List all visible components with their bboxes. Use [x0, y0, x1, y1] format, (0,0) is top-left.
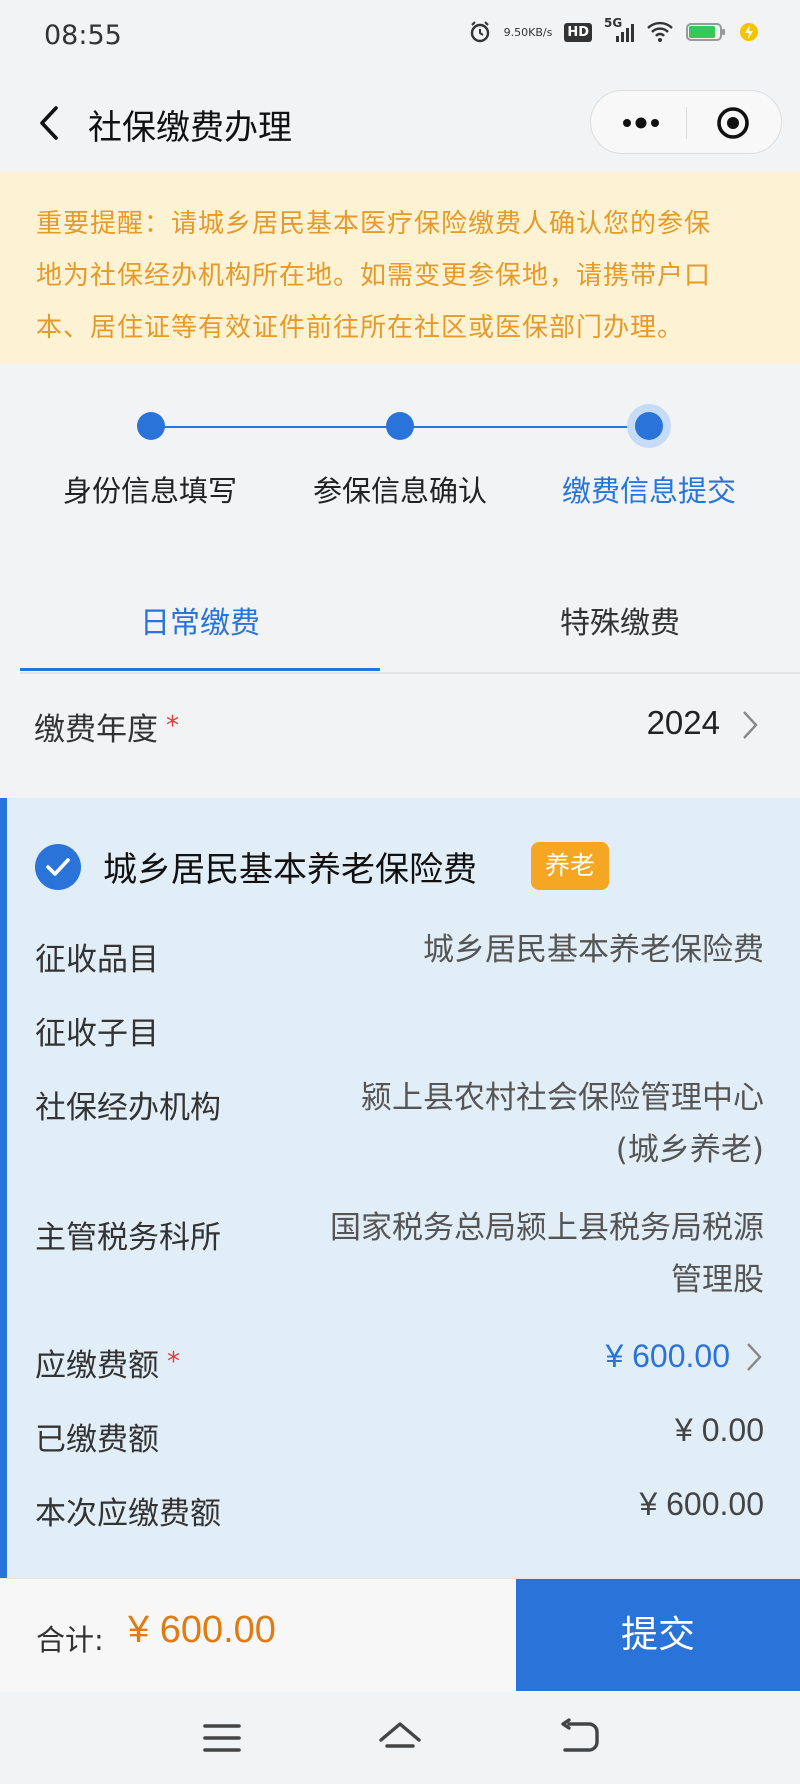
agency-line-2: (城乡养老) — [615, 1132, 764, 1168]
tax-office-line-2: 管理股 — [671, 1262, 764, 1298]
net-speed-value: 9.50 — [503, 25, 529, 39]
total-label: 合计: — [36, 1623, 104, 1657]
mini-program-capsule — [590, 90, 782, 154]
notice-line: 重要提醒：请城乡居民基本医疗保险缴费人确认您的参保 — [36, 209, 712, 239]
row-value-tax-office: 国家税务总局颍上县税务局税源 管理股 — [330, 1202, 764, 1306]
step-label-insurance: 参保信息确认 — [312, 474, 487, 508]
payment-year-row[interactable]: 缴费年度 * 2024 — [0, 674, 800, 774]
payment-year-value: 2024 — [646, 704, 720, 741]
row-label-amount-due: 应缴费额 * — [35, 1340, 180, 1385]
wifi-icon — [646, 21, 674, 43]
step-connector — [400, 426, 650, 428]
row-label-collection-subitem: 征收子目 — [35, 1016, 159, 1052]
row-value-amount-due[interactable]: ¥ 600.00 — [605, 1330, 730, 1382]
notice-line: 地为社保经办机构所在地。如需变更参保地，请携带户口 — [36, 261, 712, 291]
close-mini-program-button[interactable] — [703, 101, 763, 145]
page-title: 社保缴费办理 — [88, 108, 292, 148]
tax-office-line-1: 国家税务总局颍上县税务局税源 — [330, 1210, 764, 1246]
battery-icon — [686, 22, 726, 42]
back-arrow-icon — [40, 106, 58, 140]
checkmark-icon — [46, 858, 70, 876]
net-speed-unit: KB/s — [528, 25, 553, 39]
payment-item-card: 城乡居民基本养老保险费 养老 征收品目 城乡居民基本养老保险费 征收子目 社保经… — [0, 798, 800, 1578]
chevron-right-icon[interactable] — [744, 1340, 764, 1374]
agency-line-1: 颍上县农村社会保险管理中心 — [361, 1080, 764, 1116]
alarm-icon — [468, 20, 492, 44]
more-button[interactable] — [611, 101, 671, 145]
system-navigation-bar — [0, 1692, 800, 1784]
step-connector — [150, 426, 400, 428]
row-label-amount-paid: 已缴费额 — [35, 1422, 159, 1458]
item-title: 城乡居民基本养老保险费 — [103, 850, 477, 890]
payment-year-label: 缴费年度 * — [34, 704, 179, 749]
row-value-amount-paid: ¥ 0.00 — [675, 1412, 764, 1448]
required-mark: * — [166, 711, 179, 741]
cellular-signal-icon: 5G — [604, 16, 634, 44]
row-label-social-security-agency: 社保经办机构 — [35, 1090, 221, 1126]
payment-year-label-text: 缴费年度 — [34, 712, 158, 748]
charging-icon — [738, 21, 760, 43]
step-label-payment: 缴费信息提交 — [561, 474, 736, 508]
status-icons: 9.50 KB/s HD 5G — [468, 16, 760, 44]
capsule-divider — [686, 107, 687, 139]
chevron-right-icon — [743, 711, 758, 739]
total-amount: ¥ 600.00 — [128, 1609, 276, 1651]
row-value-collection-item: 城乡居民基本养老保险费 — [423, 932, 764, 968]
nav-bar: 社保缴费办理 — [0, 74, 800, 172]
back-nav-icon[interactable] — [555, 1716, 605, 1760]
bottom-action-bar: 合计: ¥ 600.00 提交 — [0, 1578, 800, 1692]
hd-label: HD — [567, 24, 589, 40]
active-tab-underline — [20, 668, 380, 671]
tab-daily-payment[interactable]: 日常缴费 — [20, 576, 380, 672]
important-notice: 重要提醒：请城乡居民基本医疗保险缴费人确认您的参保 地为社保经办机构所在地。如需… — [0, 172, 800, 364]
submit-button[interactable]: 提交 — [516, 1579, 800, 1691]
more-dots-icon — [623, 117, 659, 129]
row-label-tax-office: 主管税务科所 — [35, 1220, 221, 1256]
menu-icon[interactable] — [197, 1716, 247, 1760]
amount-due-label-text: 应缴费额 — [35, 1348, 159, 1384]
row-label-collection-item: 征收品目 — [35, 942, 159, 978]
network-speed: 9.50 KB/s — [504, 27, 553, 38]
back-button[interactable] — [30, 100, 70, 146]
payment-tabs: 日常缴费 特殊缴费 — [20, 576, 800, 672]
notice-line: 本、居住证等有效证件前往所在社区或医保部门办理。 — [36, 313, 685, 343]
home-icon[interactable] — [375, 1716, 425, 1760]
step-dot — [137, 412, 165, 440]
row-label-current-due: 本次应缴费额 — [35, 1496, 221, 1532]
item-checkbox[interactable] — [35, 844, 81, 890]
required-mark: * — [167, 1347, 180, 1377]
row-value-social-security-agency: 颍上县农村社会保险管理中心 (城乡养老) — [361, 1072, 764, 1176]
target-close-icon — [717, 107, 749, 139]
step-dot-active — [635, 412, 663, 440]
status-bar: 08:55 9.50 KB/s HD 5G — [0, 0, 800, 74]
progress-steps: 身份信息填写 参保信息确认 缴费信息提交 — [0, 364, 800, 552]
step-label-identity: 身份信息填写 — [62, 474, 237, 508]
hd-icon: HD — [564, 22, 592, 42]
status-time: 08:55 — [44, 20, 122, 51]
pension-badge: 养老 — [531, 842, 610, 890]
step-dot — [386, 412, 414, 440]
row-value-current-due: ¥ 600.00 — [639, 1486, 764, 1522]
tab-special-payment[interactable]: 特殊缴费 — [440, 576, 800, 672]
